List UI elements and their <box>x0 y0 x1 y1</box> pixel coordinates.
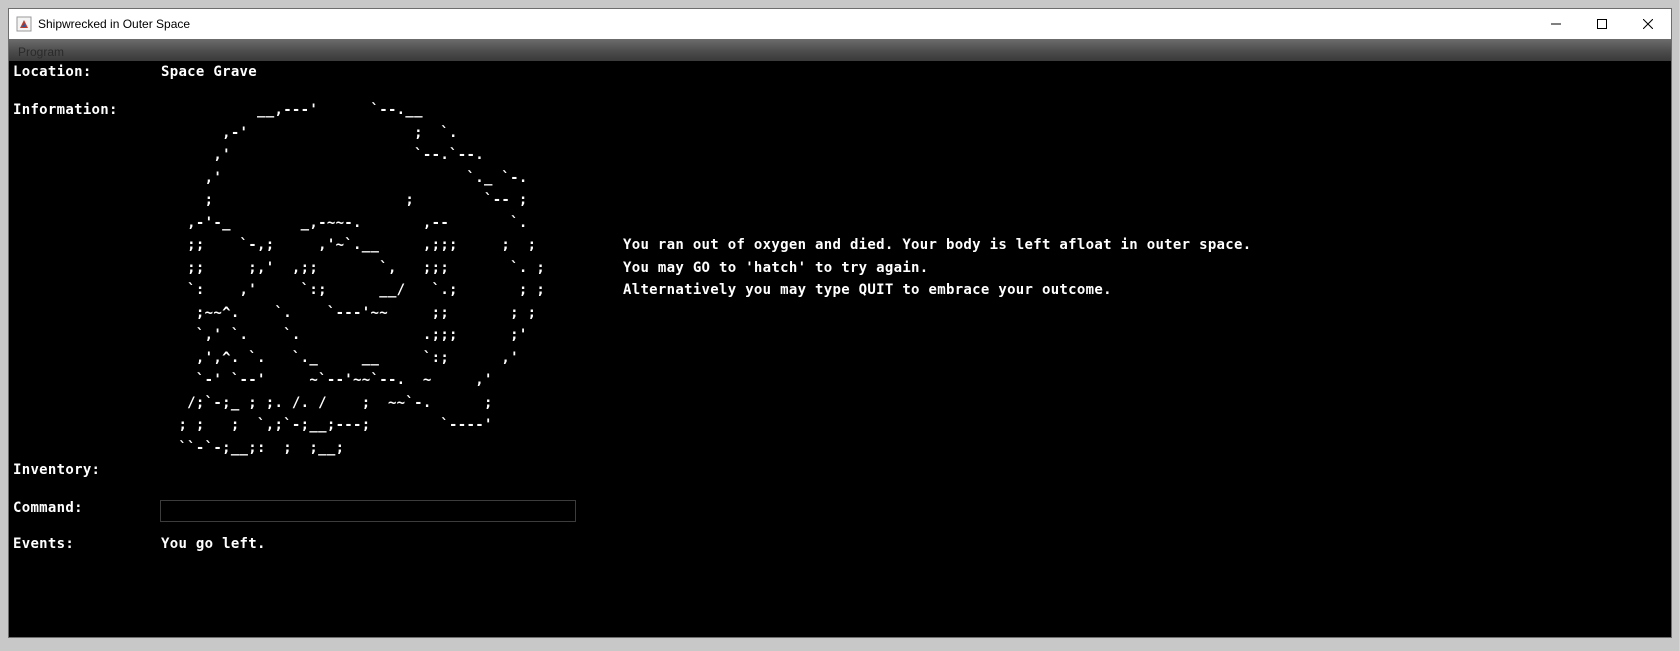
close-button[interactable] <box>1625 9 1671 39</box>
information-message-line: You may GO to 'hatch' to try again. <box>623 259 929 276</box>
menu-bar: Program <box>9 39 1671 61</box>
java-app-icon <box>16 16 32 32</box>
window-title: Shipwrecked in Outer Space <box>38 17 191 31</box>
information-label: Information: <box>13 102 118 118</box>
minimize-icon <box>1551 23 1561 25</box>
location-value: Space Grave <box>161 64 258 80</box>
command-label: Command: <box>13 500 83 516</box>
minimize-button[interactable] <box>1533 9 1579 39</box>
game-panel: Location: Space Grave Information: __,--… <box>9 61 1671 637</box>
title-bar[interactable]: Shipwrecked in Outer Space <box>9 9 1671 39</box>
menu-item-program[interactable]: Program <box>18 42 64 59</box>
events-label: Events: <box>13 536 75 552</box>
information-message-line: You ran out of oxygen and died. Your bod… <box>623 237 1252 253</box>
maximize-button[interactable] <box>1579 9 1625 39</box>
information-ascii-art: __,---' `--.__ ,-' ; `. ,' `--.`--. ,' `… <box>178 102 546 456</box>
command-input[interactable] <box>160 500 576 522</box>
maximize-icon <box>1597 19 1607 29</box>
close-icon <box>1643 19 1653 29</box>
app-window: Shipwrecked in Outer Space Program Locat… <box>8 8 1672 638</box>
inventory-label: Inventory: <box>13 462 101 478</box>
events-value: You go left. <box>161 536 266 552</box>
window-controls <box>1533 9 1671 39</box>
information-message-line: Alternatively you may type QUIT to embra… <box>623 282 1112 298</box>
location-label: Location: <box>13 64 92 80</box>
